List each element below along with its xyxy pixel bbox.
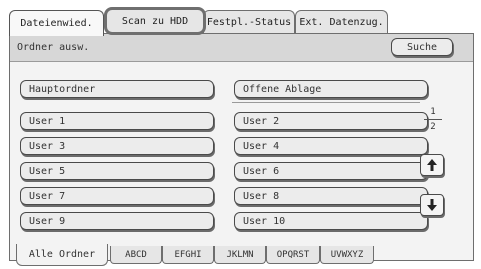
separator xyxy=(232,102,420,103)
search-button[interactable]: Suche xyxy=(391,38,453,56)
folder-select-label: Ordner ausw. xyxy=(17,42,90,53)
user-6-button[interactable]: User 6 xyxy=(234,162,428,180)
tab-ext-datenzug[interactable]: Ext. Datenzug. xyxy=(295,10,388,34)
arrow-up-icon xyxy=(427,159,437,171)
user-8-button[interactable]: User 8 xyxy=(234,187,428,205)
page-indicator: 1 2 xyxy=(424,107,442,132)
user-2-button[interactable]: User 2 xyxy=(234,112,428,130)
user-10-button[interactable]: User 10 xyxy=(234,212,428,230)
arrow-down-icon xyxy=(427,199,437,211)
user-4-button[interactable]: User 4 xyxy=(234,137,428,155)
user-5-button[interactable]: User 5 xyxy=(20,162,214,180)
tab-opqrst[interactable]: OPQRST xyxy=(266,246,320,264)
tab-abcd[interactable]: ABCD xyxy=(110,246,162,264)
main-folder-button[interactable]: Hauptordner xyxy=(20,80,214,98)
tab-uvwxyz[interactable]: UVWXYZ xyxy=(320,246,374,264)
open-storage-button[interactable]: Offene Ablage xyxy=(234,80,428,98)
tab-festpl-status[interactable]: Festpl.-Status xyxy=(203,10,295,34)
page-current: 1 xyxy=(430,107,436,117)
user-7-button[interactable]: User 7 xyxy=(20,187,214,205)
page-up-button[interactable] xyxy=(420,154,444,176)
user-3-button[interactable]: User 3 xyxy=(20,137,214,155)
user-9-button[interactable]: User 9 xyxy=(20,212,214,230)
folder-panel: Ordner ausw. Suche Hauptordner Offene Ab… xyxy=(9,33,474,261)
tab-scan-zu-hdd[interactable]: Scan zu HDD xyxy=(104,7,206,35)
tab-alle-ordner[interactable]: Alle Ordner xyxy=(16,244,108,266)
tab-efghi[interactable]: EFGHI xyxy=(162,246,214,264)
tab-jklmn[interactable]: JKLMN xyxy=(214,246,266,264)
page-total: 2 xyxy=(430,122,436,132)
page-down-button[interactable] xyxy=(420,194,444,216)
tab-dateienwied[interactable]: Dateienwied. xyxy=(9,10,104,36)
user-1-button[interactable]: User 1 xyxy=(20,112,214,130)
